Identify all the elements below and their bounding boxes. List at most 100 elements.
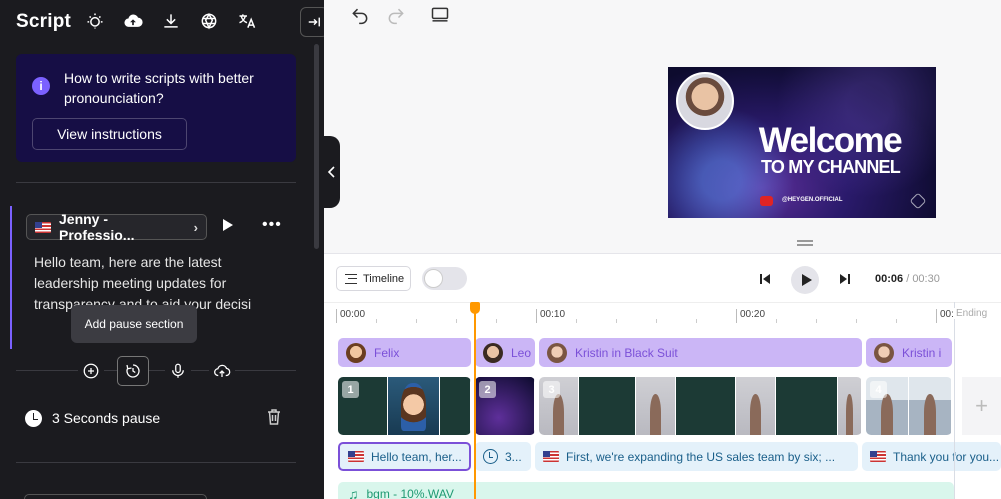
total-time: / 00:30: [906, 273, 940, 285]
scene-clip[interactable]: 2: [475, 377, 535, 435]
scene-frame: [909, 377, 952, 435]
time-ruler[interactable]: 00:00 00:10 00:20 00:: [324, 302, 1001, 328]
more-options-icon[interactable]: •••: [262, 216, 282, 234]
avatar-clip-label: Leo: [511, 345, 532, 360]
redo-icon[interactable]: [384, 4, 408, 26]
ruler-minor: [616, 319, 617, 323]
divider: [16, 182, 296, 183]
divider: [16, 462, 296, 463]
collapse-sidebar-button[interactable]: [300, 7, 324, 37]
sidebar-scrollbar[interactable]: [314, 44, 319, 249]
video-preview[interactable]: Welcome TO MY CHANNEL @HEYGEN.OFFICIAL: [668, 67, 936, 218]
add-scene-button[interactable]: +: [962, 377, 1001, 435]
script-clip[interactable]: Hello team, her...: [338, 442, 471, 471]
current-time: 00:06: [875, 273, 904, 285]
avatar-thumb: [874, 342, 894, 363]
us-flag-icon: [348, 451, 364, 462]
skip-forward-icon[interactable]: [838, 272, 852, 286]
scene-frame: [676, 377, 736, 435]
pause-clip[interactable]: 3...: [475, 442, 531, 471]
download-icon[interactable]: [160, 10, 182, 32]
timeline-button[interactable]: Timeline: [336, 266, 411, 291]
avatar-clip[interactable]: Leo: [475, 338, 535, 367]
skip-back-icon[interactable]: [758, 272, 772, 286]
cloud-upload-icon[interactable]: [122, 10, 144, 32]
ruler-tick: 00:00: [336, 309, 365, 323]
pause-label: 3 Seconds pause: [52, 410, 161, 426]
playhead[interactable]: [470, 302, 480, 499]
brightness-icon[interactable]: [84, 10, 106, 32]
ruler-minor: [696, 319, 697, 323]
openai-icon[interactable]: [198, 10, 220, 32]
info-icon: i: [32, 77, 50, 95]
scene-frame: [776, 377, 838, 435]
avatar-clip[interactable]: Kristin i: [866, 338, 952, 367]
ruler-minor: [856, 319, 857, 323]
clock-icon: [25, 409, 42, 427]
script-clip[interactable]: Thank you for you...: [862, 442, 1001, 471]
scene-clip[interactable]: 1: [338, 377, 471, 435]
timeline-label: Timeline: [363, 272, 405, 285]
scene-clip[interactable]: 3: [539, 377, 862, 435]
script-clip-label: Thank you for you...: [893, 449, 1000, 464]
add-section-icon[interactable]: [78, 358, 104, 384]
clock-icon: [483, 449, 498, 464]
avatar-clip[interactable]: Kristin in Black Suit: [539, 338, 862, 367]
music-clip-label: bgm - 10%.WAV: [366, 487, 454, 499]
sidebar-title: Script: [16, 11, 72, 32]
translate-icon[interactable]: [236, 10, 258, 32]
scene-number: 2: [479, 381, 496, 398]
ruler-tick: 00:20: [736, 309, 765, 323]
chevron-left-icon: [327, 166, 335, 178]
section-actions: [16, 356, 296, 386]
microphone-icon[interactable]: [165, 358, 191, 384]
scene-frame: [838, 377, 862, 435]
ruler-minor: [576, 319, 577, 323]
preview-handle: @HEYGEN.OFFICIAL: [782, 197, 843, 203]
avatar-thumb: [346, 342, 366, 363]
undo-icon[interactable]: [348, 4, 372, 26]
us-flag-icon: [543, 451, 559, 462]
music-note-icon: ♫: [348, 486, 359, 499]
ruler-minor: [376, 319, 377, 323]
collapse-panel-tab[interactable]: [324, 136, 340, 208]
music-clip[interactable]: ♫ bgm - 10%.WAV: [338, 482, 954, 499]
script-clip-label: Hello team, her...: [371, 449, 462, 464]
timeline-icon: [345, 273, 357, 284]
preview-subtitle: TO MY CHANNEL: [761, 157, 901, 177]
avatar-thumb: [547, 342, 567, 363]
view-instructions-button[interactable]: View instructions: [32, 118, 187, 150]
ruler-tick: 00:10: [536, 309, 565, 323]
voice-selector[interactable]: Jenny - Professio... ›: [26, 211, 207, 243]
chevron-right-icon: ›: [193, 219, 198, 235]
pause-clip-label: 3...: [505, 449, 522, 464]
script-clip[interactable]: First, we're expanding the US sales team…: [535, 442, 858, 471]
scene-number: 3: [543, 381, 560, 398]
scene-frame: [736, 377, 776, 435]
ruler-minor: [656, 319, 657, 323]
upload-audio-icon[interactable]: [209, 358, 235, 384]
voice-selector-next[interactable]: [24, 494, 207, 499]
script-clip-label: First, we're expanding the US sales team…: [566, 449, 836, 464]
active-section-indicator: [10, 206, 12, 349]
avatar-clip-label: Kristin in Black Suit: [575, 345, 678, 360]
scene-frame: [440, 377, 471, 435]
trash-icon[interactable]: [267, 409, 281, 425]
play-button[interactable]: [791, 266, 819, 294]
voice-name: Jenny - Professio...: [59, 211, 135, 243]
scene-frame: [388, 377, 440, 435]
ruler-tick: 00:: [936, 309, 954, 323]
timeline-panel: Timeline 00:06 / 00:30 00:00 00:10 00:20…: [324, 253, 1001, 499]
play-icon[interactable]: [223, 219, 233, 231]
ruler-minor: [456, 319, 457, 323]
view-toggle[interactable]: [422, 267, 467, 290]
avatar-clip[interactable]: Felix: [338, 338, 471, 367]
scene-number: 1: [342, 381, 359, 398]
arrow-bar-right-icon: [308, 17, 320, 27]
add-pause-icon[interactable]: [117, 356, 149, 386]
scene-number: 4: [870, 381, 887, 398]
monitor-icon[interactable]: [428, 4, 452, 26]
resize-handle[interactable]: [797, 240, 813, 246]
pause-section[interactable]: 3 Seconds pause: [25, 407, 281, 429]
scene-clip[interactable]: 4: [866, 377, 952, 435]
